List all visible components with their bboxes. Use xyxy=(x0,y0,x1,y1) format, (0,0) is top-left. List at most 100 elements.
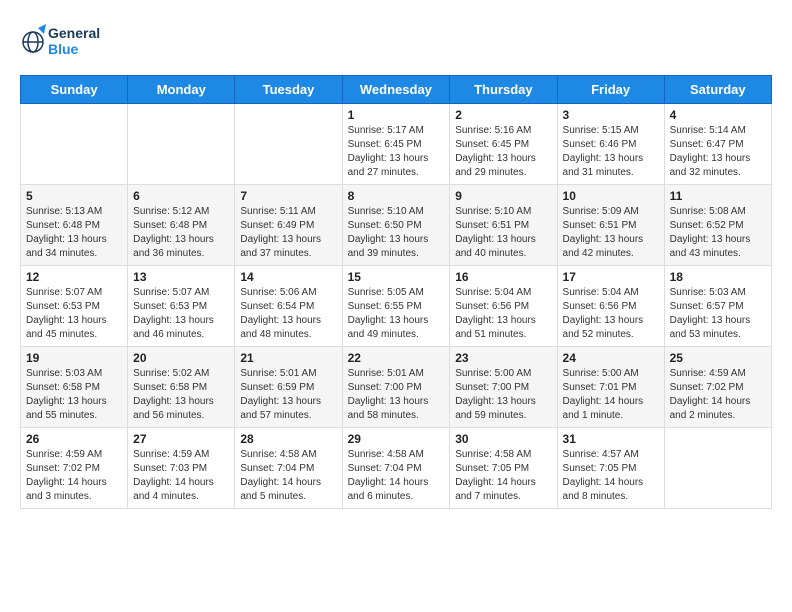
day-info: Sunrise: 5:01 AM Sunset: 6:59 PM Dayligh… xyxy=(240,367,336,423)
calendar-cell: 26 Sunrise: 4:59 AM Sunset: 7:02 PM Dayli… xyxy=(21,428,128,509)
svg-text:Blue: Blue xyxy=(48,41,79,57)
calendar-cell: 1 Sunrise: 5:17 AM Sunset: 6:45 PM Daylig… xyxy=(342,104,450,185)
day-number: 4 xyxy=(670,108,766,122)
day-number: 10 xyxy=(563,189,659,203)
calendar-week-5: 26 Sunrise: 4:59 AM Sunset: 7:02 PM Dayli… xyxy=(21,428,772,509)
day-info: Sunrise: 5:12 AM Sunset: 6:48 PM Dayligh… xyxy=(133,205,229,261)
day-number: 22 xyxy=(348,351,445,365)
day-number: 3 xyxy=(563,108,659,122)
calendar-cell: 11 Sunrise: 5:08 AM Sunset: 6:52 PM Dayli… xyxy=(664,185,771,266)
calendar-cell: 21Sunrise: 5:01 AM Sunset: 6:59 PM Dayli… xyxy=(235,347,342,428)
day-info: Sunrise: 4:59 AM Sunset: 7:03 PM Dayligh… xyxy=(133,448,229,504)
day-info: Sunrise: 5:11 AM Sunset: 6:49 PM Dayligh… xyxy=(240,205,336,261)
weekday-header-sunday: Sunday xyxy=(21,76,128,104)
day-number: 17 xyxy=(563,270,659,284)
day-info: Sunrise: 4:59 AM Sunset: 7:02 PM Dayligh… xyxy=(670,367,766,423)
calendar-cell xyxy=(128,104,235,185)
day-info: Sunrise: 5:15 AM Sunset: 6:46 PM Dayligh… xyxy=(563,124,659,180)
day-info: Sunrise: 4:58 AM Sunset: 7:04 PM Dayligh… xyxy=(348,448,445,504)
calendar-cell xyxy=(664,428,771,509)
day-number: 2 xyxy=(455,108,551,122)
logo: GeneralBlue xyxy=(20,20,100,65)
calendar-cell: 18Sunrise: 5:03 AM Sunset: 6:57 PM Dayli… xyxy=(664,266,771,347)
calendar-week-1: 1 Sunrise: 5:17 AM Sunset: 6:45 PM Daylig… xyxy=(21,104,772,185)
day-info: Sunrise: 5:08 AM Sunset: 6:52 PM Dayligh… xyxy=(670,205,766,261)
calendar-cell: 23Sunrise: 5:00 AM Sunset: 7:00 PM Dayli… xyxy=(450,347,557,428)
day-number: 26 xyxy=(26,432,122,446)
day-number: 24 xyxy=(563,351,659,365)
weekday-header-monday: Monday xyxy=(128,76,235,104)
calendar-cell: 13Sunrise: 5:07 AM Sunset: 6:53 PM Dayli… xyxy=(128,266,235,347)
calendar-cell: 9 Sunrise: 5:10 AM Sunset: 6:51 PM Daylig… xyxy=(450,185,557,266)
day-number: 11 xyxy=(670,189,766,203)
calendar-cell: 30 Sunrise: 4:58 AM Sunset: 7:05 PM Dayli… xyxy=(450,428,557,509)
calendar-cell xyxy=(235,104,342,185)
day-info: Sunrise: 5:10 AM Sunset: 6:50 PM Dayligh… xyxy=(348,205,445,261)
day-info: Sunrise: 5:05 AM Sunset: 6:55 PM Dayligh… xyxy=(348,286,445,342)
calendar-cell: 2 Sunrise: 5:16 AM Sunset: 6:45 PM Daylig… xyxy=(450,104,557,185)
day-info: Sunrise: 5:14 AM Sunset: 6:47 PM Dayligh… xyxy=(670,124,766,180)
day-number: 28 xyxy=(240,432,336,446)
calendar-cell xyxy=(21,104,128,185)
day-number: 20 xyxy=(133,351,229,365)
calendar-cell: 10 Sunrise: 5:09 AM Sunset: 6:51 PM Dayli… xyxy=(557,185,664,266)
day-number: 18 xyxy=(670,270,766,284)
day-info: Sunrise: 4:58 AM Sunset: 7:04 PM Dayligh… xyxy=(240,448,336,504)
calendar-cell: 28 Sunrise: 4:58 AM Sunset: 7:04 PM Dayli… xyxy=(235,428,342,509)
calendar-week-2: 5 Sunrise: 5:13 AM Sunset: 6:48 PM Daylig… xyxy=(21,185,772,266)
calendar-cell: 19Sunrise: 5:03 AM Sunset: 6:58 PM Dayli… xyxy=(21,347,128,428)
day-info: Sunrise: 5:01 AM Sunset: 7:00 PM Dayligh… xyxy=(348,367,445,423)
day-info: Sunrise: 5:17 AM Sunset: 6:45 PM Dayligh… xyxy=(348,124,445,180)
day-number: 7 xyxy=(240,189,336,203)
day-info: Sunrise: 5:09 AM Sunset: 6:51 PM Dayligh… xyxy=(563,205,659,261)
calendar-header: SundayMondayTuesdayWednesdayThursdayFrid… xyxy=(21,76,772,104)
day-number: 6 xyxy=(133,189,229,203)
calendar-cell: 8Sunrise: 5:10 AM Sunset: 6:50 PM Daylig… xyxy=(342,185,450,266)
calendar-week-4: 19Sunrise: 5:03 AM Sunset: 6:58 PM Dayli… xyxy=(21,347,772,428)
day-number: 27 xyxy=(133,432,229,446)
logo-svg: GeneralBlue xyxy=(20,20,100,65)
calendar-cell: 20 Sunrise: 5:02 AM Sunset: 6:58 PM Dayli… xyxy=(128,347,235,428)
day-number: 12 xyxy=(26,270,122,284)
calendar-table: SundayMondayTuesdayWednesdayThursdayFrid… xyxy=(20,75,772,509)
day-info: Sunrise: 5:07 AM Sunset: 6:53 PM Dayligh… xyxy=(26,286,122,342)
day-info: Sunrise: 5:00 AM Sunset: 7:00 PM Dayligh… xyxy=(455,367,551,423)
day-info: Sunrise: 5:04 AM Sunset: 6:56 PM Dayligh… xyxy=(455,286,551,342)
weekday-header-tuesday: Tuesday xyxy=(235,76,342,104)
day-info: Sunrise: 5:06 AM Sunset: 6:54 PM Dayligh… xyxy=(240,286,336,342)
svg-text:General: General xyxy=(48,25,100,41)
day-number: 16 xyxy=(455,270,551,284)
day-number: 5 xyxy=(26,189,122,203)
calendar-cell: 24Sunrise: 5:00 AM Sunset: 7:01 PM Dayli… xyxy=(557,347,664,428)
day-number: 1 xyxy=(348,108,445,122)
calendar-cell: 5 Sunrise: 5:13 AM Sunset: 6:48 PM Daylig… xyxy=(21,185,128,266)
calendar-cell: 4 Sunrise: 5:14 AM Sunset: 6:47 PM Daylig… xyxy=(664,104,771,185)
calendar-cell: 17 Sunrise: 5:04 AM Sunset: 6:56 PM Dayli… xyxy=(557,266,664,347)
day-info: Sunrise: 5:03 AM Sunset: 6:58 PM Dayligh… xyxy=(26,367,122,423)
day-info: Sunrise: 5:02 AM Sunset: 6:58 PM Dayligh… xyxy=(133,367,229,423)
calendar-cell: 7 Sunrise: 5:11 AM Sunset: 6:49 PM Daylig… xyxy=(235,185,342,266)
calendar-cell: 12 Sunrise: 5:07 AM Sunset: 6:53 PM Dayli… xyxy=(21,266,128,347)
day-number: 15 xyxy=(348,270,445,284)
calendar-cell: 16 Sunrise: 5:04 AM Sunset: 6:56 PM Dayli… xyxy=(450,266,557,347)
calendar-cell: 15 Sunrise: 5:05 AM Sunset: 6:55 PM Dayli… xyxy=(342,266,450,347)
calendar-cell: 3 Sunrise: 5:15 AM Sunset: 6:46 PM Daylig… xyxy=(557,104,664,185)
day-number: 9 xyxy=(455,189,551,203)
day-number: 13 xyxy=(133,270,229,284)
weekday-header-saturday: Saturday xyxy=(664,76,771,104)
weekday-header-friday: Friday xyxy=(557,76,664,104)
day-number: 30 xyxy=(455,432,551,446)
day-info: Sunrise: 4:58 AM Sunset: 7:05 PM Dayligh… xyxy=(455,448,551,504)
calendar-cell: 29Sunrise: 4:58 AM Sunset: 7:04 PM Dayli… xyxy=(342,428,450,509)
calendar-week-3: 12 Sunrise: 5:07 AM Sunset: 6:53 PM Dayli… xyxy=(21,266,772,347)
calendar-cell: 27 Sunrise: 4:59 AM Sunset: 7:03 PM Dayli… xyxy=(128,428,235,509)
weekday-header-row: SundayMondayTuesdayWednesdayThursdayFrid… xyxy=(21,76,772,104)
day-info: Sunrise: 4:59 AM Sunset: 7:02 PM Dayligh… xyxy=(26,448,122,504)
weekday-header-thursday: Thursday xyxy=(450,76,557,104)
day-info: Sunrise: 5:10 AM Sunset: 6:51 PM Dayligh… xyxy=(455,205,551,261)
day-info: Sunrise: 4:57 AM Sunset: 7:05 PM Dayligh… xyxy=(563,448,659,504)
day-info: Sunrise: 5:16 AM Sunset: 6:45 PM Dayligh… xyxy=(455,124,551,180)
calendar-cell: 14Sunrise: 5:06 AM Sunset: 6:54 PM Dayli… xyxy=(235,266,342,347)
day-info: Sunrise: 5:04 AM Sunset: 6:56 PM Dayligh… xyxy=(563,286,659,342)
day-info: Sunrise: 5:13 AM Sunset: 6:48 PM Dayligh… xyxy=(26,205,122,261)
